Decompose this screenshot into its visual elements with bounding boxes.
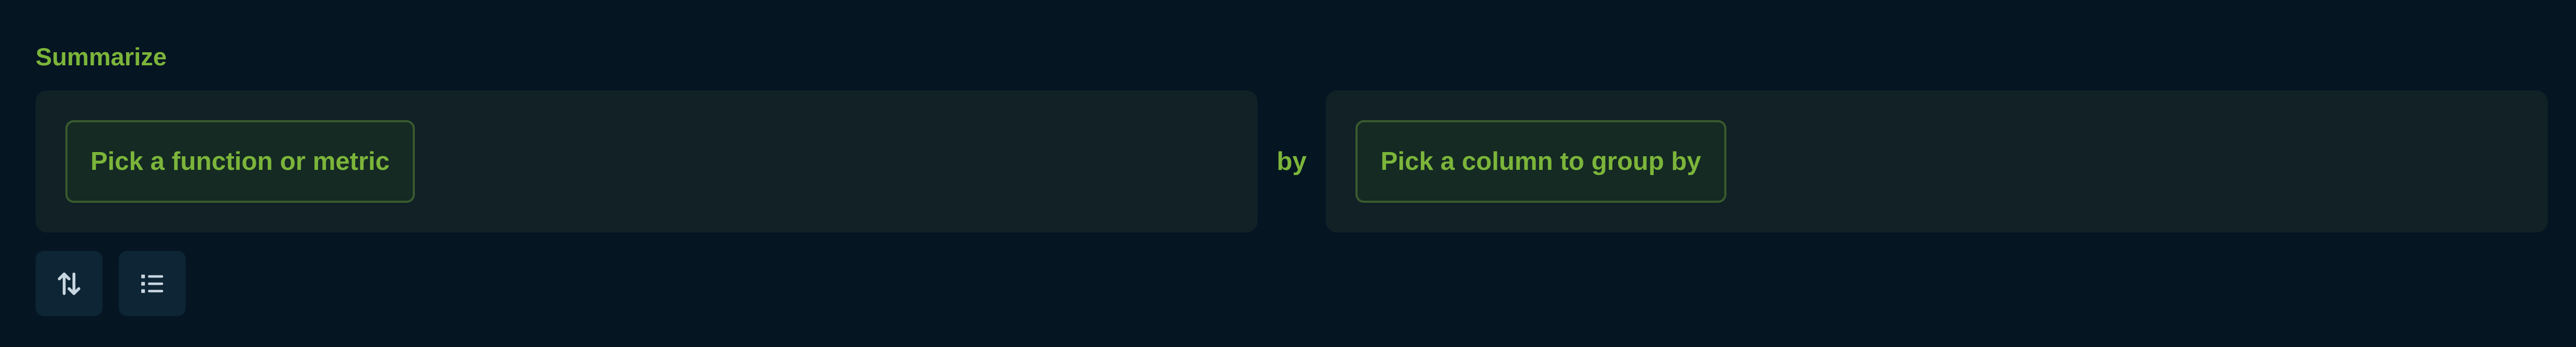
sort-arrows-icon [54, 269, 84, 298]
pick-group-by-column-button[interactable]: Pick a column to group by [1355, 120, 1726, 203]
sort-button[interactable] [36, 251, 103, 316]
pick-metric-button[interactable]: Pick a function or metric [65, 120, 415, 203]
metric-drop-zone[interactable]: Pick a function or metric [36, 90, 1258, 233]
summarize-section-label: Summarize [36, 43, 167, 71]
list-icon [138, 269, 167, 298]
limit-list-button[interactable] [119, 251, 186, 316]
by-label: by [1276, 147, 1307, 176]
group-by-drop-zone[interactable]: Pick a column to group by [1326, 90, 2548, 233]
